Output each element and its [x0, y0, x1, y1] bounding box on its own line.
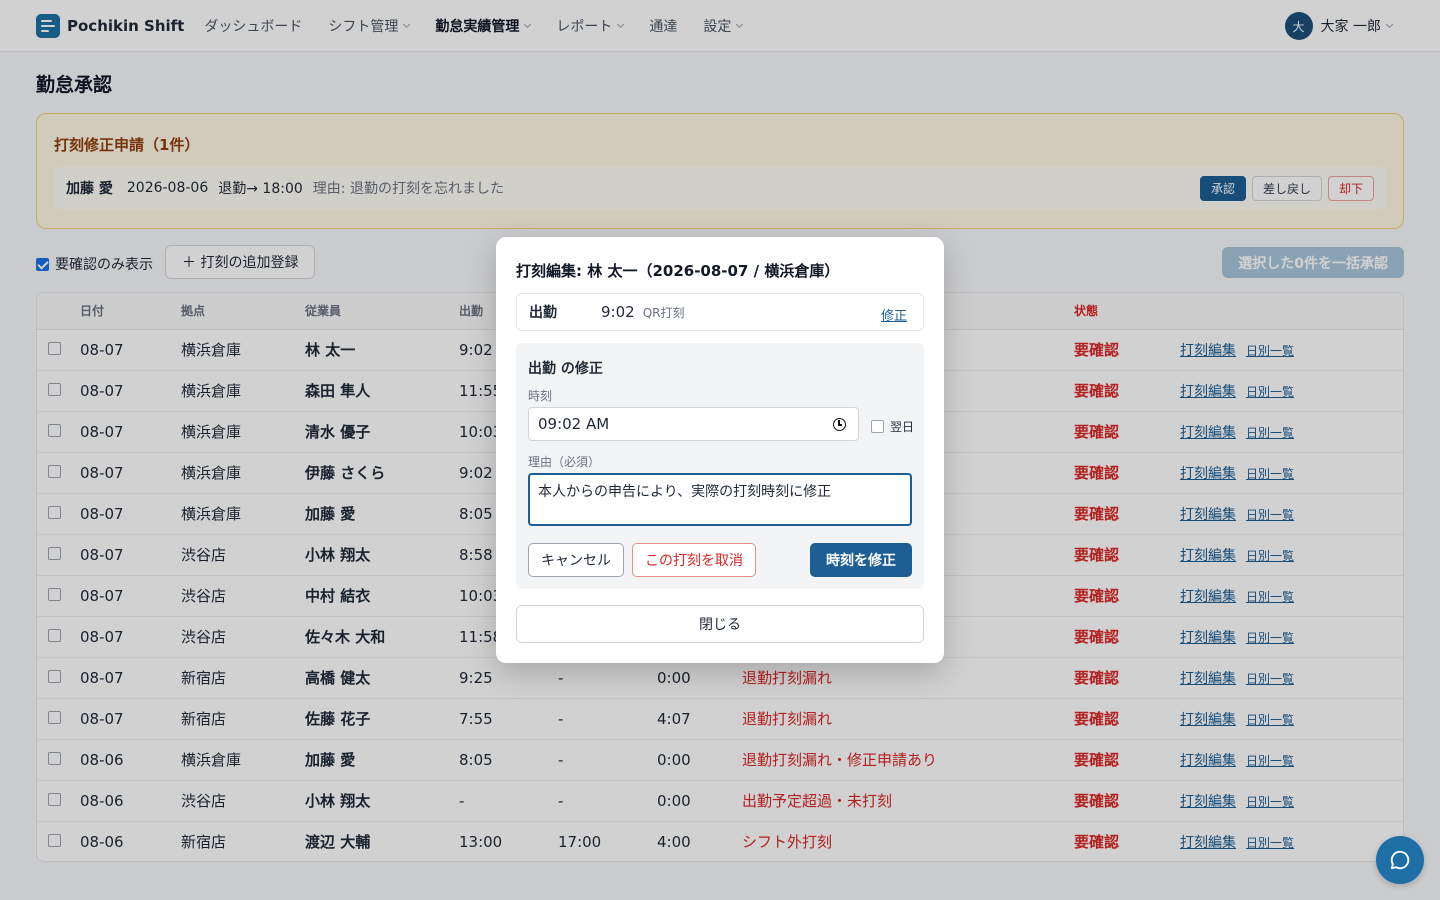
- reason-textarea[interactable]: 本人からの申告により、実際の打刻時刻に修正: [528, 473, 912, 526]
- next-day-checkbox[interactable]: [871, 420, 884, 433]
- fix-time-button[interactable]: 時刻を修正: [810, 543, 912, 577]
- void-punch-button[interactable]: この打刻を取消: [632, 543, 756, 577]
- punch-edit-link[interactable]: 修正: [881, 305, 907, 324]
- chat-icon: [1390, 850, 1410, 870]
- time-value: 09:02 AM: [538, 415, 610, 433]
- edit-form-title: 出勤 の修正: [528, 361, 603, 377]
- punch-edit-dialog: 打刻編集: 林 太一（2026-08-07 / 横浜倉庫） 出勤 9:02 QR…: [496, 237, 944, 663]
- next-day-toggle[interactable]: 翌日: [871, 418, 914, 435]
- next-day-label: 翌日: [890, 420, 915, 434]
- reason-label: 理由（必須）: [528, 455, 601, 469]
- punch-record: 出勤 9:02 QR打刻 修正: [516, 293, 924, 331]
- punch-time: 9:02: [601, 303, 635, 321]
- cancel-button[interactable]: キャンセル: [528, 543, 624, 577]
- punch-method: QR打刻: [642, 305, 685, 320]
- time-label: 時刻: [528, 389, 553, 403]
- close-button[interactable]: 閉じる: [516, 605, 924, 643]
- chat-button[interactable]: [1376, 836, 1424, 884]
- clock-icon[interactable]: [833, 418, 846, 431]
- punch-type: 出勤: [529, 305, 557, 321]
- time-input[interactable]: 09:02 AM: [528, 407, 859, 441]
- dialog-title: 打刻編集: 林 太一（2026-08-07 / 横浜倉庫）: [516, 262, 840, 280]
- edit-form: 出勤 の修正 時刻 09:02 AM 翌日 理由（必須） 本人からの申告により、…: [516, 343, 924, 589]
